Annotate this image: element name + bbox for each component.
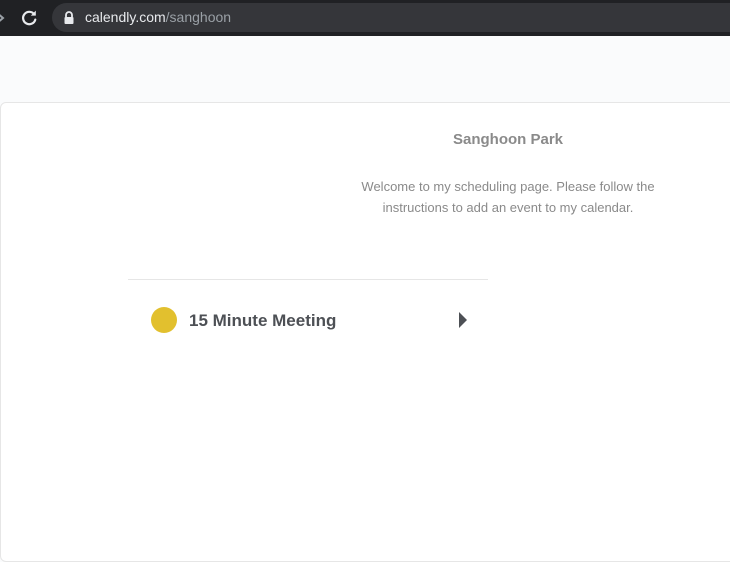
- event-color-dot: [151, 307, 177, 333]
- url-text[interactable]: calendly.com/sanghoon: [85, 9, 231, 26]
- profile-name: Sanghoon Park: [452, 131, 564, 148]
- browser-toolbar: calendly.com/sanghoon: [0, 0, 730, 36]
- welcome-message: Welcome to my scheduling page. Please fo…: [361, 179, 655, 215]
- url-path: /sanghoon: [165, 9, 232, 25]
- address-bar[interactable]: calendly.com/sanghoon: [52, 3, 730, 32]
- event-title: 15 Minute Meeting: [189, 311, 337, 330]
- event-type-item[interactable]: 15 Minute Meeting: [128, 280, 488, 362]
- url-domain: calendly.com: [85, 9, 166, 25]
- reload-icon[interactable]: [18, 7, 40, 29]
- forward-arrow-icon[interactable]: [0, 11, 6, 25]
- triangle-right-icon: [458, 312, 468, 328]
- lock-icon[interactable]: [63, 11, 75, 24]
